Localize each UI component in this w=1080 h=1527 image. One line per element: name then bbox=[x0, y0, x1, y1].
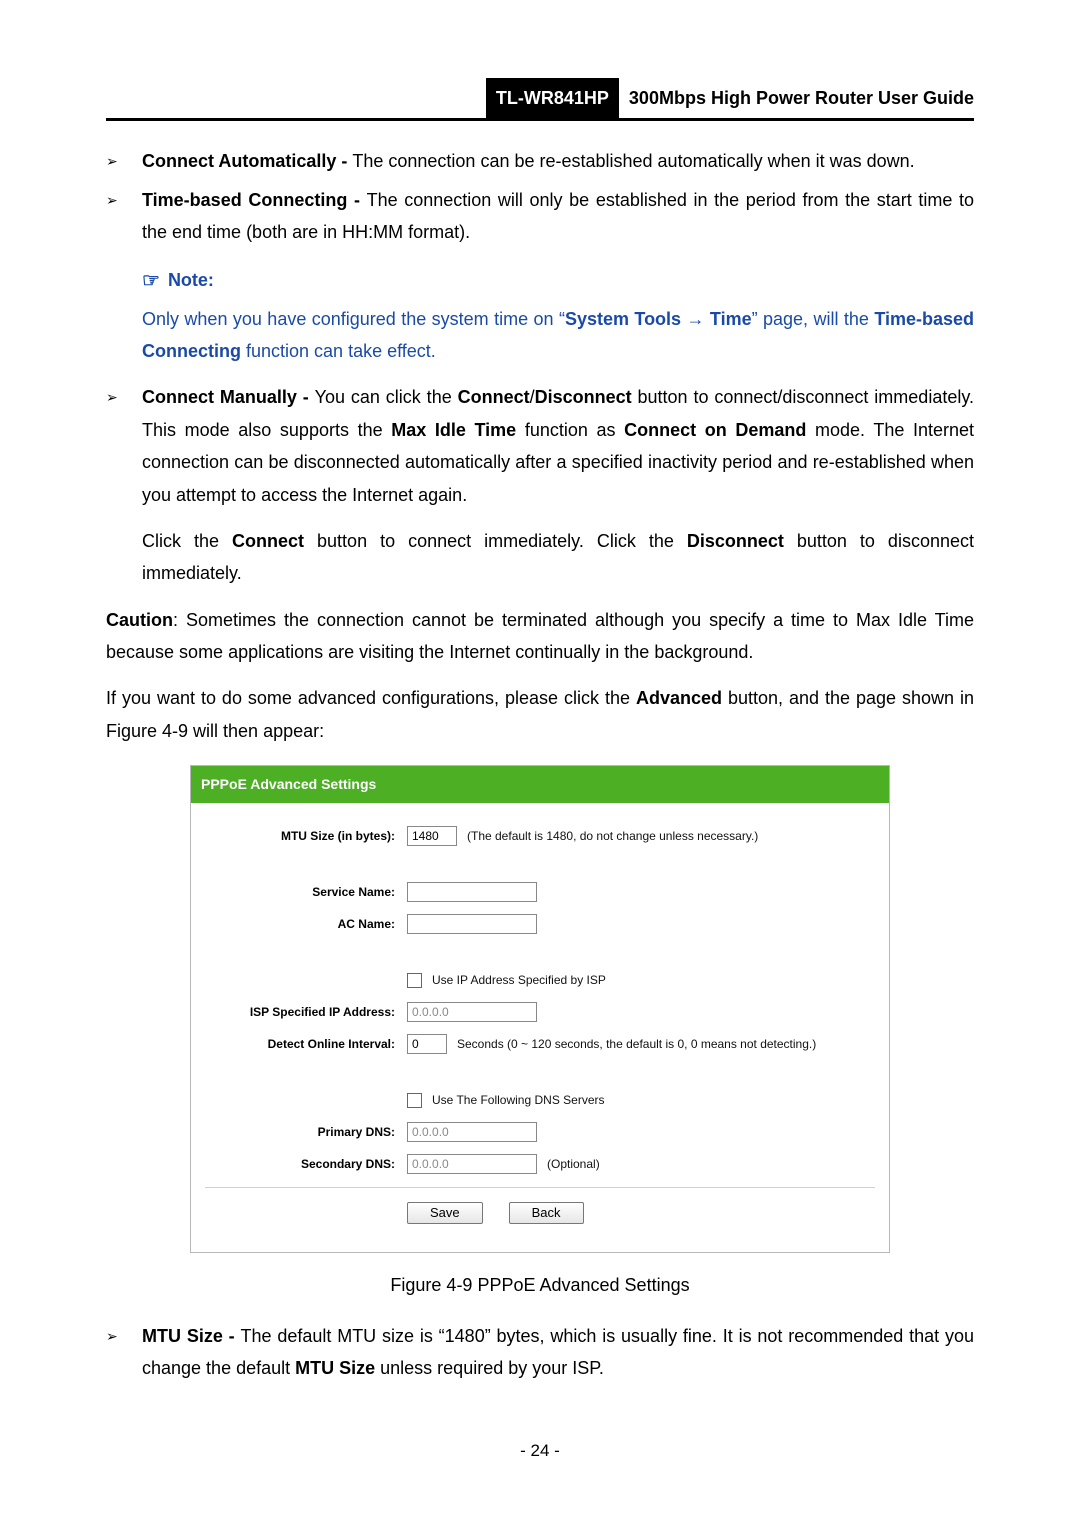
bullet-label: MTU Size - bbox=[142, 1326, 240, 1346]
mtu-label: MTU Size (in bytes): bbox=[205, 826, 407, 848]
isp-ip-input[interactable] bbox=[407, 1002, 537, 1022]
back-button[interactable]: Back bbox=[509, 1202, 584, 1224]
page-number: - 24 - bbox=[0, 1436, 1080, 1467]
primary-dns-label: Primary DNS: bbox=[205, 1122, 407, 1144]
service-name-label: Service Name: bbox=[205, 882, 407, 904]
mtu-input[interactable] bbox=[407, 826, 457, 846]
service-name-input[interactable] bbox=[407, 882, 537, 902]
bullet-icon: ➢ bbox=[106, 145, 142, 177]
isp-ip-label: ISP Specified IP Address: bbox=[205, 1002, 407, 1024]
detect-interval-label: Detect Online Interval: bbox=[205, 1034, 407, 1056]
pppoe-advanced-panel: PPPoE Advanced Settings MTU Size (in byt… bbox=[190, 765, 890, 1253]
bullet-connect-manually: ➢ Connect Manually - You can click the C… bbox=[106, 381, 974, 511]
bullet-connect-auto: ➢ Connect Automatically - The connection… bbox=[106, 145, 974, 177]
connect-disconnect-note: Click the Connect button to connect imme… bbox=[142, 525, 974, 590]
note-heading: Note: bbox=[168, 264, 214, 296]
secondary-dns-label: Secondary DNS: bbox=[205, 1154, 407, 1176]
use-dns-label: Use The Following DNS Servers bbox=[432, 1090, 605, 1112]
bullet-label: Connect Automatically - bbox=[142, 151, 352, 171]
use-dns-checkbox[interactable] bbox=[407, 1093, 422, 1108]
use-isp-ip-checkbox[interactable] bbox=[407, 973, 422, 988]
figure-caption: Figure 4-9 PPPoE Advanced Settings bbox=[106, 1269, 974, 1301]
header-title: 300Mbps High Power Router User Guide bbox=[619, 78, 974, 118]
note-block: ☞ Note: Only when you have configured th… bbox=[142, 263, 974, 368]
bullet-mtu-size: ➢ MTU Size - The default MTU size is “14… bbox=[106, 1320, 974, 1385]
pointing-hand-icon: ☞ bbox=[142, 263, 160, 299]
secondary-dns-hint: (Optional) bbox=[547, 1154, 600, 1176]
bullet-time-based: ➢ Time-based Connecting - The connection… bbox=[106, 184, 974, 249]
bullet-icon: ➢ bbox=[106, 184, 142, 249]
primary-dns-input[interactable] bbox=[407, 1122, 537, 1142]
bullet-icon: ➢ bbox=[106, 1320, 142, 1385]
bullet-label: Time-based Connecting - bbox=[142, 190, 367, 210]
detect-interval-hint: Seconds (0 ~ 120 seconds, the default is… bbox=[457, 1034, 816, 1056]
panel-title: PPPoE Advanced Settings bbox=[191, 766, 889, 803]
save-button[interactable]: Save bbox=[407, 1202, 483, 1224]
bullet-icon: ➢ bbox=[106, 381, 142, 511]
secondary-dns-input[interactable] bbox=[407, 1154, 537, 1174]
mtu-hint: (The default is 1480, do not change unle… bbox=[467, 826, 758, 848]
header-model: TL-WR841HP bbox=[486, 78, 619, 118]
detect-interval-input[interactable] bbox=[407, 1034, 447, 1054]
page-header: TL-WR841HP 300Mbps High Power Router Use… bbox=[106, 78, 974, 121]
use-isp-ip-label: Use IP Address Specified by ISP bbox=[432, 970, 606, 992]
ac-name-label: AC Name: bbox=[205, 914, 407, 936]
caution-paragraph: Caution: Sometimes the connection cannot… bbox=[106, 604, 974, 669]
ac-name-input[interactable] bbox=[407, 914, 537, 934]
bullet-label: Connect Manually - bbox=[142, 387, 315, 407]
bullet-text: The connection can be re-established aut… bbox=[352, 151, 914, 171]
advanced-intro: If you want to do some advanced configur… bbox=[106, 682, 974, 747]
